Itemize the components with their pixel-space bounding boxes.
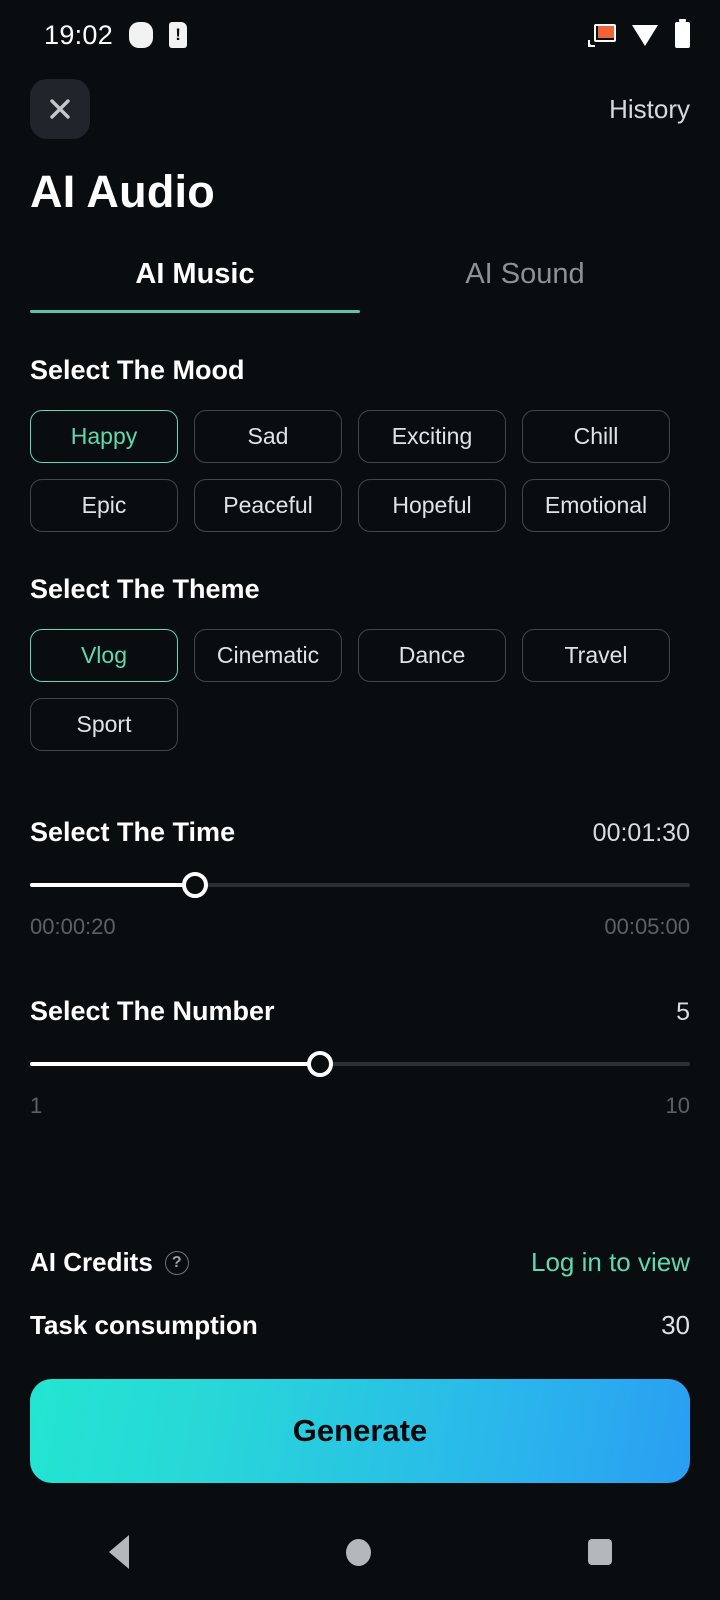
history-button[interactable]: History: [609, 94, 690, 125]
top-bar: History: [0, 70, 720, 148]
chip-label: Cinematic: [216, 642, 320, 668]
mood-chip-emotional[interactable]: Emotional: [522, 479, 670, 532]
tab-label: AI Music: [135, 258, 255, 290]
close-icon: [50, 99, 70, 119]
cast-icon: [588, 23, 616, 47]
task-consumption-row: Task consumption 30: [0, 1310, 720, 1341]
ai-credits-label: AI Credits: [30, 1247, 153, 1277]
time-slider-fill: [30, 883, 195, 887]
theme-chip-sport[interactable]: Sport: [30, 698, 178, 751]
theme-chip-vlog[interactable]: Vlog: [30, 629, 178, 682]
home-icon[interactable]: [345, 1538, 371, 1566]
time-slider-block: Select The Time 00:01:30 00:00:20 00:05:…: [0, 817, 720, 940]
chip-label: Emotional: [544, 492, 648, 518]
wifi-icon: [632, 24, 659, 46]
status-bar-right: [588, 19, 690, 48]
help-icon[interactable]: ?: [164, 1250, 189, 1275]
number-slider-fill: [30, 1062, 321, 1066]
back-icon[interactable]: [108, 1535, 129, 1569]
mood-chip-sad[interactable]: Sad: [194, 410, 342, 463]
task-consumption-label: Task consumption: [30, 1310, 258, 1340]
time-slider-max: 00:05:00: [604, 914, 690, 939]
status-bar: 19:02: [0, 0, 720, 70]
chip-label: Sport: [76, 711, 132, 737]
number-slider-max: 10: [665, 1093, 690, 1118]
time-slider-min: 00:00:20: [30, 914, 116, 939]
number-slider[interactable]: [30, 1049, 690, 1079]
chip-label: Dance: [398, 642, 466, 668]
generate-wrap: Generate: [0, 1379, 720, 1483]
number-slider-title: Select The Number: [30, 996, 275, 1026]
mood-chip-exciting[interactable]: Exciting: [358, 410, 506, 463]
chip-label: Exciting: [391, 423, 473, 449]
recent-apps-icon[interactable]: [587, 1539, 612, 1565]
mood-chip-grid: Happy Sad Exciting Chill Epic Peaceful H…: [0, 410, 720, 532]
theme-chip-travel[interactable]: Travel: [522, 629, 670, 682]
time-slider-range: 00:00:20 00:05:00: [30, 914, 690, 940]
task-consumption-value: 30: [661, 1310, 690, 1340]
dot-icon: [129, 22, 154, 48]
theme-chip-cinematic[interactable]: Cinematic: [194, 629, 342, 682]
theme-section-title: Select The Theme: [30, 574, 260, 604]
page-title: AI Audio: [30, 166, 215, 217]
theme-chip-grid: Vlog Cinematic Dance Travel Sport: [0, 629, 720, 751]
mood-chip-happy[interactable]: Happy: [30, 410, 178, 463]
battery-icon: [675, 19, 690, 48]
mood-chip-hopeful[interactable]: Hopeful: [358, 479, 506, 532]
chip-label: Epic: [81, 492, 127, 518]
chip-label: Vlog: [80, 642, 128, 668]
chip-label: Chill: [573, 423, 619, 449]
mood-chip-peaceful[interactable]: Peaceful: [194, 479, 342, 532]
number-slider-min: 1: [30, 1093, 43, 1118]
tab-ai-music[interactable]: AI Music: [30, 258, 360, 313]
chip-label: Sad: [247, 423, 289, 449]
chip-label: Hopeful: [392, 492, 472, 518]
mood-chip-chill[interactable]: Chill: [522, 410, 670, 463]
time-slider[interactable]: [30, 870, 690, 900]
tab-bar: AI Music AI Sound: [0, 258, 720, 313]
android-nav-bar: [0, 1504, 720, 1600]
time-slider-header: Select The Time 00:01:30: [30, 817, 690, 848]
status-time: 19:02: [44, 19, 114, 50]
generate-button[interactable]: Generate: [30, 1379, 690, 1483]
mood-chip-epic[interactable]: Epic: [30, 479, 178, 532]
chip-label: Peaceful: [223, 492, 313, 518]
time-slider-title: Select The Time: [30, 817, 236, 847]
login-to-view-link[interactable]: Log in to view: [531, 1247, 690, 1278]
number-slider-value: 5: [676, 998, 690, 1026]
number-slider-thumb[interactable]: [307, 1051, 334, 1077]
tab-label: AI Sound: [465, 258, 585, 290]
chip-label: Happy: [70, 423, 138, 449]
chip-label: Travel: [564, 642, 628, 668]
mood-section-title: Select The Mood: [30, 355, 245, 385]
close-button[interactable]: [30, 79, 90, 139]
theme-chip-dance[interactable]: Dance: [358, 629, 506, 682]
number-slider-header: Select The Number 5: [30, 996, 690, 1027]
number-slider-range: 1 10: [30, 1093, 690, 1119]
ai-credits-row: AI Credits ? Log in to view: [0, 1247, 720, 1278]
time-slider-value: 00:01:30: [592, 819, 690, 847]
app-screen: 19:02 History AI Audio AI Music AI: [0, 0, 720, 1600]
number-slider-block: Select The Number 5 1 10: [0, 996, 720, 1119]
status-bar-left: 19:02: [44, 19, 188, 51]
time-slider-thumb[interactable]: [182, 872, 208, 898]
ai-credits-left: AI Credits ?: [30, 1247, 189, 1278]
sim-alert-icon: [169, 22, 188, 48]
tab-ai-sound[interactable]: AI Sound: [360, 258, 690, 313]
